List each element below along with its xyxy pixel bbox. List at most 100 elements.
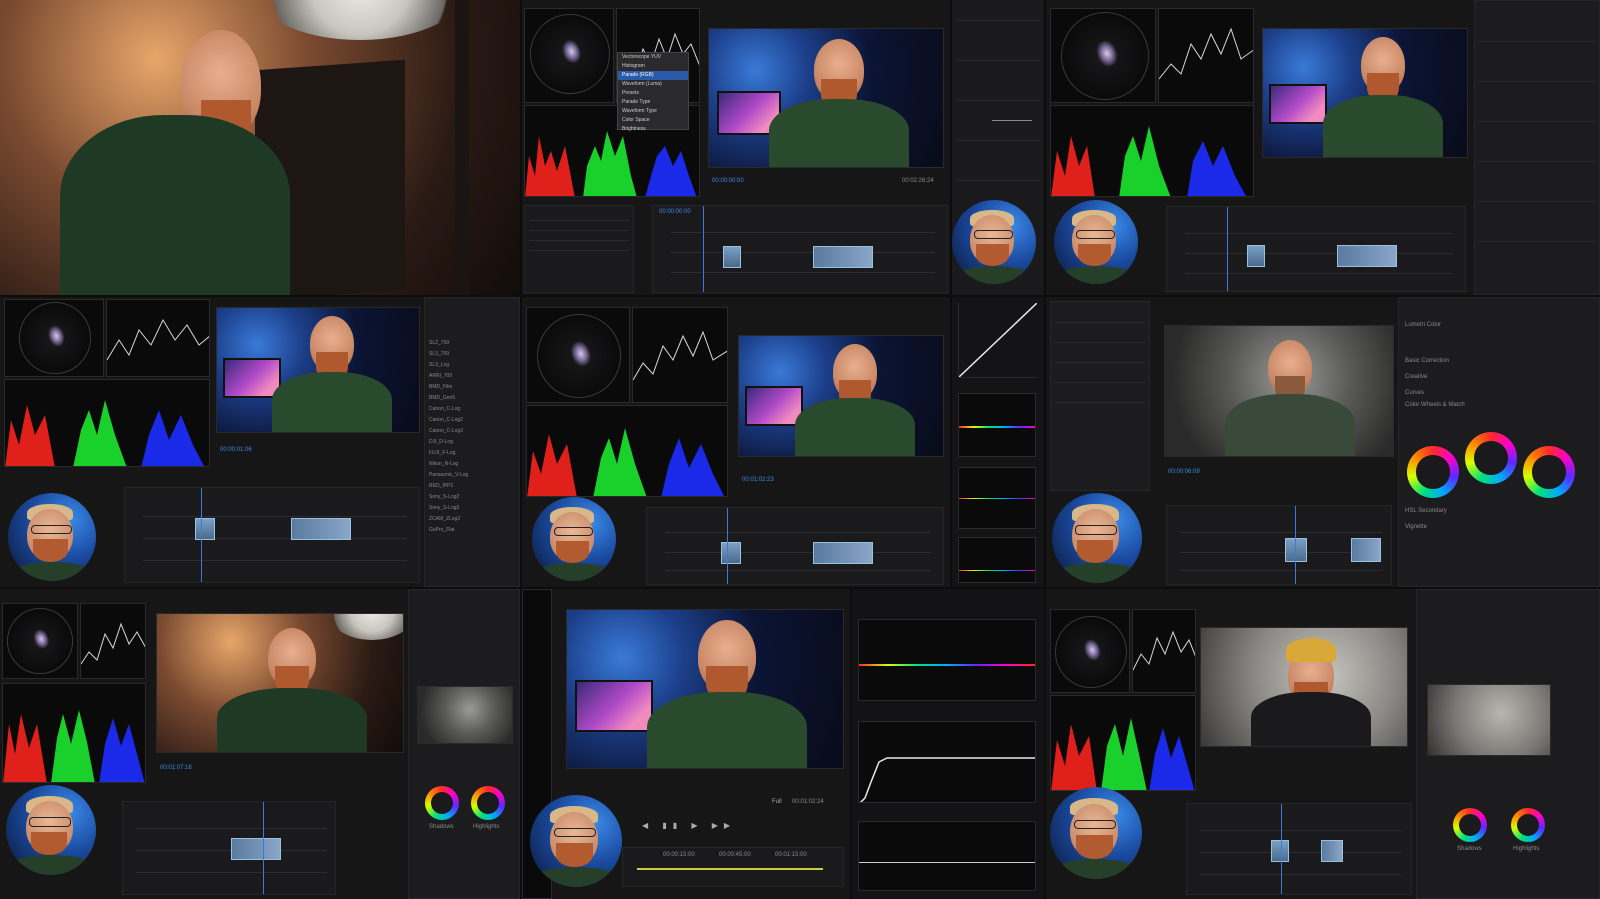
hue-curve-3[interactable]: [958, 537, 1036, 583]
lut-item[interactable]: ARRI_709: [429, 371, 515, 382]
menu-item-color-space[interactable]: Color Space: [618, 116, 688, 125]
lut-item[interactable]: Nikon_N-Log: [429, 459, 515, 470]
section-curves[interactable]: Curves: [1405, 390, 1424, 396]
section-vignette[interactable]: Vignette: [1405, 524, 1427, 530]
scopes-context-menu[interactable]: Vectorscope YUV Histogram Parade (RGB) W…: [617, 52, 689, 132]
section-creative[interactable]: Creative: [1405, 374, 1427, 380]
menu-item-presets[interactable]: Presets: [618, 89, 688, 98]
vectorscope-4[interactable]: [526, 307, 630, 403]
sat-vs-sat-curve[interactable]: [858, 821, 1036, 891]
lut-item[interactable]: RED_IPP2: [429, 481, 515, 492]
lut-item[interactable]: SL2_709: [429, 338, 515, 349]
lut-item[interactable]: DJI_D-Log: [429, 437, 515, 448]
timeline-clip-c[interactable]: [231, 838, 281, 860]
lut-item[interactable]: Canon_C-Log: [429, 404, 515, 415]
program-monitor-preview[interactable]: [708, 28, 944, 168]
lumetri-panel-right[interactable]: [1474, 0, 1600, 295]
premiere-tile-color-wheels: 00:00:06:09 Lumetri Color Basic Correcti…: [1046, 297, 1600, 587]
reference-thumbnail[interactable]: [417, 686, 513, 744]
waveform-6[interactable]: [80, 603, 146, 679]
section-color-wheels[interactable]: Color Wheels & Match: [1405, 402, 1465, 408]
project-panel[interactable]: [524, 205, 634, 293]
lut-item[interactable]: Panasonic_V-Log: [429, 470, 515, 481]
lumetri-panel-6[interactable]: Shadows Highlights: [408, 589, 520, 899]
shadows-color-wheel[interactable]: [1407, 446, 1459, 498]
lut-item[interactable]: GoPro_Flat: [429, 525, 515, 536]
hue-curve[interactable]: [958, 393, 1036, 457]
transport-controls[interactable]: ◀ ▮▮ ▶ ▶▶: [642, 821, 802, 831]
program-monitor-preview-7[interactable]: [566, 609, 844, 769]
rgb-parade-8[interactable]: [1050, 695, 1196, 791]
program-monitor-preview-4[interactable]: [738, 335, 944, 457]
playhead[interactable]: [703, 206, 704, 292]
hue-vs-sat-curve[interactable]: [858, 619, 1036, 701]
program-monitor-preview-5[interactable]: [1164, 325, 1394, 457]
lumetri-color-panel[interactable]: Lumetri Color Basic Correction Creative …: [1398, 297, 1600, 587]
lut-item[interactable]: BMD_Film: [429, 382, 515, 393]
menu-item-histogram[interactable]: Histogram: [618, 62, 688, 71]
program-monitor-preview-8[interactable]: [1200, 627, 1408, 747]
vectorscope-2[interactable]: [1050, 8, 1156, 103]
reference-thumbnail-8[interactable]: [1427, 684, 1551, 756]
rgb-parade-4[interactable]: [526, 405, 728, 497]
highlights-color-wheel[interactable]: [1523, 446, 1575, 498]
lut-item[interactable]: Canon_C-Log2: [429, 415, 515, 426]
waveform-8[interactable]: [1132, 609, 1196, 693]
rgb-parade-6[interactable]: [2, 683, 146, 783]
timeline-ruler[interactable]: 00:00:15:00 00:00:45:00 00:01:15:00: [622, 847, 844, 887]
highlights-wheel-6[interactable]: [471, 786, 505, 820]
vectorscope-6[interactable]: [2, 603, 78, 679]
menu-item-parade[interactable]: Parade (RGB): [618, 71, 688, 80]
shadows-wheel-6[interactable]: [425, 786, 459, 820]
sequence-timeline-3[interactable]: [124, 487, 420, 583]
highlights-wheel-8[interactable]: [1511, 808, 1545, 842]
lumetri-panel-8[interactable]: Shadows Highlights: [1416, 589, 1600, 899]
sequence-timeline-8[interactable]: [1186, 803, 1412, 895]
sequence-timeline-2[interactable]: [1166, 206, 1466, 292]
program-timecode-3: 00:00:01:06: [220, 447, 252, 453]
lut-item[interactable]: Sony_S-Log2: [429, 492, 515, 503]
vectorscope-3[interactable]: [4, 299, 104, 377]
rgb-curve[interactable]: [958, 302, 1038, 378]
lut-item[interactable]: BMD_Gen5: [429, 393, 515, 404]
rgb-parade-3[interactable]: [4, 379, 210, 467]
effect-controls-panel[interactable]: [1050, 301, 1150, 491]
sequence-timeline-5[interactable]: [1166, 505, 1392, 585]
sequence-timeline-4[interactable]: [646, 507, 944, 585]
program-monitor-preview-3[interactable]: [216, 307, 420, 433]
section-basic[interactable]: Basic Correction: [1405, 358, 1449, 364]
program-monitor-preview-2[interactable]: [1262, 28, 1468, 158]
waveform-2[interactable]: [1158, 8, 1254, 103]
menu-item-vectorscope[interactable]: Vectorscope YUV: [618, 53, 688, 62]
sequence-timeline-6[interactable]: [122, 801, 336, 895]
waveform-3[interactable]: [106, 299, 210, 377]
wheel-label-shadows-8: Shadows: [1457, 846, 1482, 852]
timeline-clip-a[interactable]: [723, 246, 741, 268]
parade-graph-4: [527, 428, 724, 496]
lut-item[interactable]: FUJI_F-Log: [429, 448, 515, 459]
hue-curve-2[interactable]: [958, 467, 1036, 529]
section-hsl[interactable]: HSL Secondary: [1405, 508, 1447, 514]
timeline-clip-b[interactable]: [813, 246, 873, 268]
waveform-4[interactable]: [632, 307, 728, 403]
lut-item[interactable]: SL3_Log: [429, 360, 515, 371]
vectorscope-8[interactable]: [1050, 609, 1130, 693]
menu-item-brightness[interactable]: Brightness: [618, 125, 688, 134]
luma-vs-sat-curve[interactable]: [858, 721, 1036, 803]
lut-item[interactable]: SL3_709: [429, 349, 515, 360]
shadows-wheel-8[interactable]: [1453, 808, 1487, 842]
program-monitor-preview-6[interactable]: [156, 613, 404, 753]
vectorscope[interactable]: [524, 8, 614, 103]
menu-item-parade-type[interactable]: Parade Type: [618, 98, 688, 107]
sequence-timeline[interactable]: 00:00:00:00: [652, 205, 948, 293]
menu-item-waveform[interactable]: Waveform (Luma): [618, 80, 688, 89]
midtones-color-wheel[interactable]: [1465, 432, 1517, 484]
lut-item[interactable]: Canon_C-Log3: [429, 426, 515, 437]
lut-item[interactable]: ZCAM_ZLog2: [429, 514, 515, 525]
rgb-parade-2[interactable]: [1050, 105, 1254, 197]
lut-item[interactable]: Sony_S-Log3: [429, 503, 515, 514]
lut-list[interactable]: SL2_709 SL3_709 SL3_Log ARRI_709 BMD_Fil…: [429, 338, 515, 536]
lut-list-panel[interactable]: SL2_709 SL3_709 SL3_Log ARRI_709 BMD_Fil…: [424, 297, 520, 587]
menu-item-waveform-type[interactable]: Waveform Type: [618, 107, 688, 116]
fit-dropdown[interactable]: Full: [772, 799, 782, 805]
